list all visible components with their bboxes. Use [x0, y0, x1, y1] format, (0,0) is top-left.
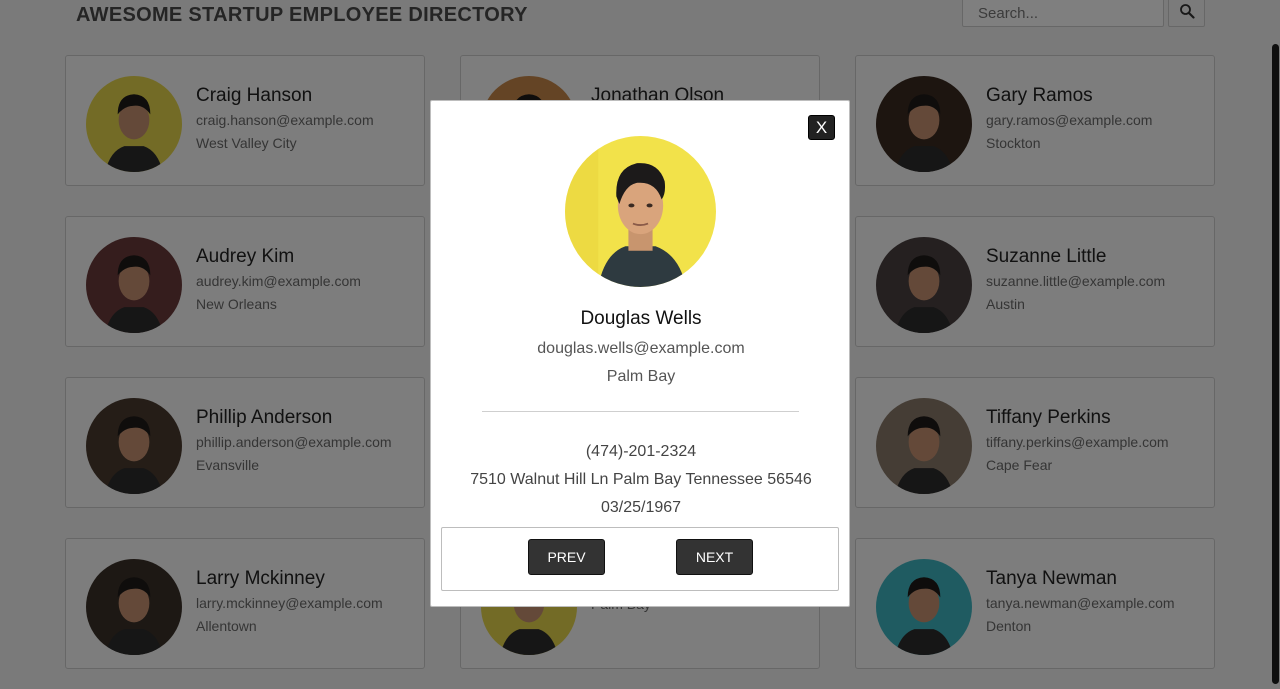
prev-button[interactable]: PREV: [528, 539, 605, 575]
next-button[interactable]: NEXT: [676, 539, 753, 575]
close-button[interactable]: X: [808, 115, 835, 140]
employee-phone: (474)-201-2324: [585, 443, 697, 460]
modal-avatar: [565, 136, 716, 287]
modal-nav: PREV NEXT: [441, 527, 839, 591]
employee-name: Douglas Wells: [580, 308, 702, 329]
employee-birthday: 03/25/1967: [600, 499, 682, 516]
divider: [482, 411, 799, 412]
employee-address: 7510 Walnut Hill Ln Palm Bay Tennessee 5…: [470, 471, 812, 488]
employee-email: douglas.wells@example.com: [537, 340, 745, 357]
employee-modal: X Douglas Wells douglas.wells@example.co…: [430, 100, 850, 607]
employee-city: Palm Bay: [606, 368, 676, 385]
